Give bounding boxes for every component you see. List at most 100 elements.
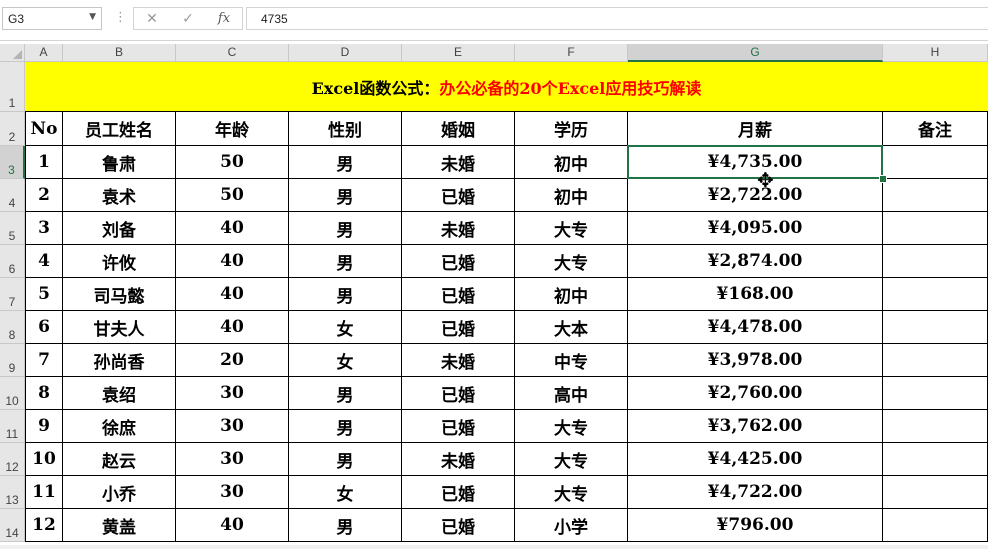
header-cell-a[interactable]: No xyxy=(25,112,63,146)
cell-h8[interactable] xyxy=(883,311,988,344)
row-header-2[interactable]: 2 xyxy=(0,112,25,146)
cell-f14[interactable]: 小学 xyxy=(515,509,628,542)
cell-f13[interactable]: 大专 xyxy=(515,476,628,509)
row-header-5[interactable]: 5 xyxy=(0,212,25,245)
cell-c5[interactable]: 40 xyxy=(176,212,289,245)
cell-d13[interactable]: 女 xyxy=(289,476,402,509)
cell-c10[interactable]: 30 xyxy=(176,377,289,410)
cell-g9[interactable]: ¥3,978.00 xyxy=(628,344,883,377)
header-cell-c[interactable]: 年龄 xyxy=(176,112,289,146)
column-header-f[interactable]: F xyxy=(515,44,628,62)
row-header-13[interactable]: 13 xyxy=(0,476,25,509)
cell-f4[interactable]: 初中 xyxy=(515,179,628,212)
cell-a14[interactable]: 12 xyxy=(25,509,63,542)
cell-a11[interactable]: 9 xyxy=(25,410,63,443)
cell-b12[interactable]: 赵云 xyxy=(63,443,176,476)
cell-e5[interactable]: 未婚 xyxy=(402,212,515,245)
cell-a12[interactable]: 10 xyxy=(25,443,63,476)
cell-h6[interactable] xyxy=(883,245,988,278)
cell-e13[interactable]: 已婚 xyxy=(402,476,515,509)
cell-e4[interactable]: 已婚 xyxy=(402,179,515,212)
cell-e11[interactable]: 已婚 xyxy=(402,410,515,443)
cell-f5[interactable]: 大专 xyxy=(515,212,628,245)
cell-d7[interactable]: 男 xyxy=(289,278,402,311)
header-cell-e[interactable]: 婚姻 xyxy=(402,112,515,146)
cell-a3[interactable]: 1 xyxy=(25,146,63,179)
title-cell[interactable]: Excel函数公式： 办公必备的20个Excel应用技巧解读 xyxy=(25,62,988,112)
cell-h9[interactable] xyxy=(883,344,988,377)
cell-g8[interactable]: ¥4,478.00 xyxy=(628,311,883,344)
chevron-down-icon[interactable]: ▼ xyxy=(89,12,96,22)
cell-h7[interactable] xyxy=(883,278,988,311)
cell-g3[interactable]: ¥4,735.00 xyxy=(628,146,883,179)
cell-a5[interactable]: 3 xyxy=(25,212,63,245)
header-cell-b[interactable]: 员工姓名 xyxy=(63,112,176,146)
cell-b6[interactable]: 许攸 xyxy=(63,245,176,278)
cell-f6[interactable]: 大专 xyxy=(515,245,628,278)
cell-e6[interactable]: 已婚 xyxy=(402,245,515,278)
row-header-3[interactable]: 3 xyxy=(0,146,25,179)
cell-b8[interactable]: 甘夫人 xyxy=(63,311,176,344)
cell-c4[interactable]: 50 xyxy=(176,179,289,212)
cell-e3[interactable]: 未婚 xyxy=(402,146,515,179)
cell-d6[interactable]: 男 xyxy=(289,245,402,278)
header-cell-d[interactable]: 性别 xyxy=(289,112,402,146)
cell-g7[interactable]: ¥168.00 xyxy=(628,278,883,311)
cell-c3[interactable]: 50 xyxy=(176,146,289,179)
cell-a4[interactable]: 2 xyxy=(25,179,63,212)
cell-e9[interactable]: 未婚 xyxy=(402,344,515,377)
cell-b13[interactable]: 小乔 xyxy=(63,476,176,509)
row-header-9[interactable]: 9 xyxy=(0,344,25,377)
worksheet-grid[interactable]: Excel函数公式： 办公必备的20个Excel应用技巧解读 No 员工姓名 年龄 性别… xyxy=(25,62,988,549)
cell-b9[interactable]: 孙尚香 xyxy=(63,344,176,377)
enter-icon[interactable]: ✓ xyxy=(176,10,200,28)
column-header-b[interactable]: B xyxy=(63,44,176,62)
row-header-4[interactable]: 4 xyxy=(0,179,25,212)
cell-c11[interactable]: 30 xyxy=(176,410,289,443)
cell-b10[interactable]: 袁绍 xyxy=(63,377,176,410)
cell-a10[interactable]: 8 xyxy=(25,377,63,410)
cell-d10[interactable]: 男 xyxy=(289,377,402,410)
header-cell-h[interactable]: 备注 xyxy=(883,112,988,146)
cell-e7[interactable]: 已婚 xyxy=(402,278,515,311)
name-box[interactable]: G3 ▼ xyxy=(2,7,102,30)
cell-a9[interactable]: 7 xyxy=(25,344,63,377)
cell-f9[interactable]: 中专 xyxy=(515,344,628,377)
column-header-e[interactable]: E xyxy=(402,44,515,62)
cell-c8[interactable]: 40 xyxy=(176,311,289,344)
cell-h12[interactable] xyxy=(883,443,988,476)
cell-f3[interactable]: 初中 xyxy=(515,146,628,179)
more-options-icon[interactable]: ⋮ xyxy=(114,9,127,27)
select-all-button[interactable] xyxy=(0,44,25,62)
row-header-8[interactable]: 8 xyxy=(0,311,25,344)
row-header-11[interactable]: 11 xyxy=(0,410,25,443)
cell-f10[interactable]: 高中 xyxy=(515,377,628,410)
cell-e8[interactable]: 已婚 xyxy=(402,311,515,344)
cell-f12[interactable]: 大专 xyxy=(515,443,628,476)
cell-g4[interactable]: ¥2,722.00 xyxy=(628,179,883,212)
cell-c7[interactable]: 40 xyxy=(176,278,289,311)
cell-g14[interactable]: ¥796.00 xyxy=(628,509,883,542)
fill-handle[interactable] xyxy=(879,175,887,183)
cell-h5[interactable] xyxy=(883,212,988,245)
cell-g11[interactable]: ¥3,762.00 xyxy=(628,410,883,443)
cell-h10[interactable] xyxy=(883,377,988,410)
cancel-icon[interactable]: ✕ xyxy=(140,10,164,28)
cell-d8[interactable]: 女 xyxy=(289,311,402,344)
cell-d5[interactable]: 男 xyxy=(289,212,402,245)
row-header-7[interactable]: 7 xyxy=(0,278,25,311)
cell-c6[interactable]: 40 xyxy=(176,245,289,278)
header-cell-g[interactable]: 月薪 xyxy=(628,112,883,146)
cell-h13[interactable] xyxy=(883,476,988,509)
row-header-6[interactable]: 6 xyxy=(0,245,25,278)
insert-function-icon[interactable]: fx xyxy=(212,10,236,28)
cell-g12[interactable]: ¥4,425.00 xyxy=(628,443,883,476)
cell-g5[interactable]: ¥4,095.00 xyxy=(628,212,883,245)
cell-a6[interactable]: 4 xyxy=(25,245,63,278)
column-header-a[interactable]: A xyxy=(25,44,63,62)
cell-d12[interactable]: 男 xyxy=(289,443,402,476)
cell-d14[interactable]: 男 xyxy=(289,509,402,542)
header-cell-f[interactable]: 学历 xyxy=(515,112,628,146)
cell-b11[interactable]: 徐庶 xyxy=(63,410,176,443)
cell-b14[interactable]: 黄盖 xyxy=(63,509,176,542)
